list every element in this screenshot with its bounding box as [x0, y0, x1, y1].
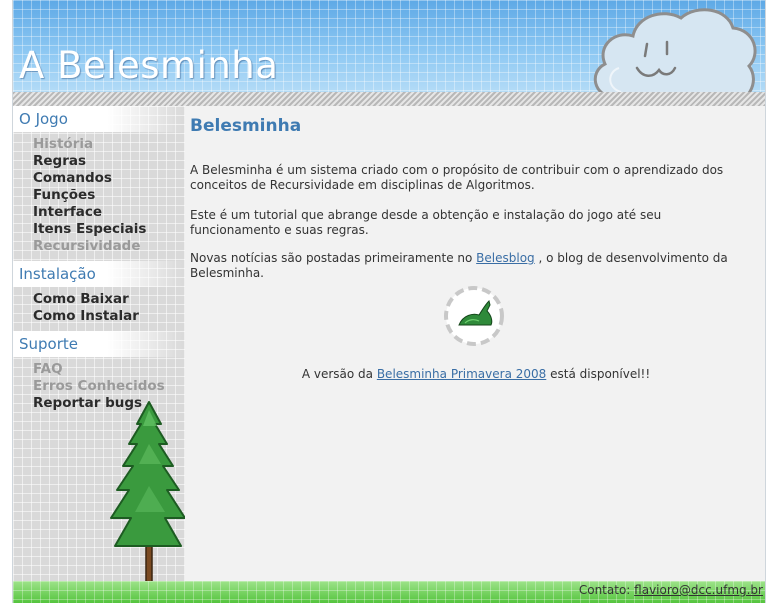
footer: Contato: flavioro@dcc.ufmg.br — [13, 581, 765, 603]
sidebar-item-faq[interactable]: FAQ — [33, 361, 185, 378]
sidebar-item-itens-especiais[interactable]: Itens Especiais — [33, 221, 185, 238]
page-title: Belesminha — [190, 116, 302, 136]
intro-paragraph: A Belesminha é um sistema criado com o p… — [190, 163, 724, 192]
sidebar-section-title: Instalação — [13, 261, 185, 287]
contact-label: Contato: — [578, 583, 635, 597]
contact-email-link[interactable]: flavioro@dcc.ufmg.br — [634, 583, 763, 597]
contact-info: Contato: flavioro@dcc.ufmg.br — [579, 583, 763, 597]
sidebar-section-instalacao: Instalação Como Baixar Como Instalar — [13, 261, 185, 331]
sidebar-section-title: Suporte — [13, 331, 185, 357]
site-title: A Belesminha — [19, 44, 279, 87]
sidebar-item-recursividade[interactable]: Recursividade — [33, 238, 185, 255]
sidebar-item-comandos[interactable]: Comandos — [33, 170, 185, 187]
belesblog-link[interactable]: Belesblog — [476, 251, 535, 265]
header-banner: A Belesminha — [13, 0, 765, 117]
page-frame: A Belesminha O Jogo História Regras Coma… — [12, 0, 766, 603]
sidebar-section-title: O Jogo — [13, 106, 185, 132]
main-content: Belesminha A Belesminha é um sistema cri… — [185, 106, 765, 581]
news-paragraph: Novas notícias são postadas primeirament… — [190, 251, 750, 281]
pine-tree-icon — [110, 401, 186, 599]
notice-suffix: está disponível!! — [550, 367, 651, 381]
sidebar-item-erros-conhecidos[interactable]: Erros Conhecidos — [33, 378, 185, 395]
notice-prefix: A versão da — [301, 367, 377, 381]
tutorial-paragraph: Este é um tutorial que abrange desde a o… — [190, 208, 662, 237]
primavera-2008-link[interactable]: Belesminha Primavera 2008 — [377, 367, 546, 381]
release-notice: A versão da Belesminha Primavera 2008 es… — [185, 367, 765, 381]
belesminha-snail-icon — [444, 286, 504, 346]
news-prefix: Novas notícias são postadas primeirament… — [190, 251, 477, 265]
sidebar-item-historia[interactable]: História — [33, 136, 185, 153]
header-divider — [13, 92, 765, 106]
sidebar-item-funcoes[interactable]: Funções — [33, 187, 185, 204]
sidebar-item-como-instalar[interactable]: Como Instalar — [33, 308, 185, 325]
sidebar-item-como-baixar[interactable]: Como Baixar — [33, 291, 185, 308]
sidebar-item-interface[interactable]: Interface — [33, 204, 185, 221]
sidebar-item-regras[interactable]: Regras — [33, 153, 185, 170]
sidebar-section-jogo: O Jogo História Regras Comandos Funções … — [13, 106, 185, 261]
